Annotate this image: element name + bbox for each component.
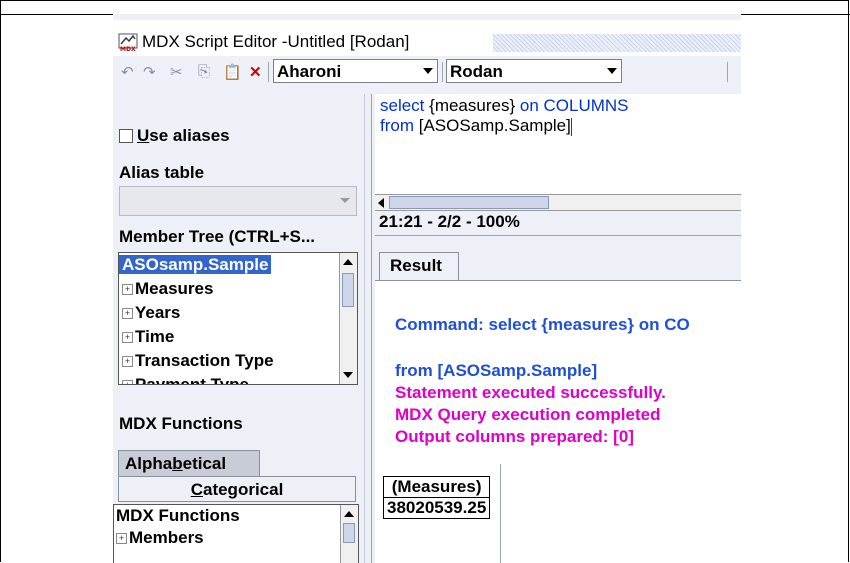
splitter-shadow — [364, 94, 365, 563]
tree-node-years[interactable]: + Years — [119, 301, 339, 325]
scroll-thumb[interactable] — [342, 273, 354, 307]
toolbar-separator — [268, 62, 269, 82]
toolbar-separator — [727, 62, 728, 82]
delete-icon[interactable]: ✕ — [249, 63, 262, 81]
mdx-editor-window: MDX MDX Script Editor -Untitled [Rodan] … — [113, 14, 741, 563]
table-header-row: (Measures) — [382, 476, 491, 498]
chevron-down-icon — [607, 68, 617, 74]
function-node-members[interactable]: + Members — [114, 527, 358, 549]
paste-icon[interactable]: 📋 — [223, 63, 242, 81]
table-row: 38020539.25 — [382, 497, 491, 519]
title-bar[interactable]: MDX MDX Script Editor -Untitled [Rodan] — [113, 20, 741, 58]
expand-icon[interactable]: + — [122, 308, 133, 320]
scroll-thumb[interactable] — [389, 196, 549, 209]
tab-alphabetical[interactable]: Alphabetical — [118, 450, 260, 476]
tree-node-payment-type[interactable]: +Payment Type — [119, 373, 339, 384]
alias-table-select[interactable] — [119, 186, 357, 216]
result-command: Command: select {measures} on CO — [395, 315, 690, 334]
mdx-app-icon: MDX — [118, 33, 138, 52]
alias-table-label: Alias table — [119, 163, 205, 182]
server-combo-value: Rodan — [450, 62, 503, 81]
expand-icon[interactable]: + — [116, 533, 127, 545]
expand-icon[interactable]: + — [122, 356, 133, 368]
result-from-line: from [ASOSamp.Sample] — [395, 361, 598, 380]
svg-text:MDX: MDX — [120, 46, 136, 52]
scroll-up-icon[interactable] — [344, 511, 354, 517]
font-combo-value: Aharoni — [277, 62, 342, 81]
member-tree[interactable]: ASOsamp.Sample + Measures + Years + Time + T… — [118, 252, 358, 385]
tree-node-transaction-type[interactable]: + Transaction Type — [119, 349, 339, 373]
result-table: (Measures) 38020539.25 — [382, 476, 491, 519]
scroll-up-icon[interactable] — [343, 259, 353, 265]
tree-node-time[interactable]: + Time — [119, 325, 339, 349]
server-combo[interactable]: Rodan — [446, 59, 622, 83]
font-combo[interactable]: Aharoni — [273, 59, 438, 83]
chevron-down-icon — [423, 68, 433, 74]
member-tree-root[interactable]: ASOsamp.Sample — [119, 253, 339, 277]
expand-icon[interactable]: + — [122, 380, 133, 384]
scroll-thumb[interactable] — [343, 523, 355, 543]
vertical-splitter[interactable] — [371, 94, 372, 563]
use-aliases-checkbox[interactable] — [119, 129, 133, 143]
title-box: MDX MDX Script Editor -Untitled [Rodan] — [113, 26, 487, 58]
member-tree-scrollbar[interactable] — [339, 253, 357, 384]
cut-icon[interactable]: ✂ — [170, 63, 183, 81]
toolbar-separator — [442, 62, 443, 82]
expand-icon[interactable]: + — [122, 332, 133, 344]
result-message-columns: Output columns prepared: [0] — [395, 427, 634, 446]
tab-result[interactable]: Result — [379, 252, 459, 280]
use-aliases-checkbox-row[interactable]: Use aliases — [119, 126, 230, 146]
left-panel: Use aliases Alias table Member Tree (CTR… — [113, 94, 363, 563]
script-editor[interactable]: select {measures} on COLUMNS from [ASOSa… — [375, 94, 741, 197]
result-panel: Command: select {measures} on CO from [A… — [375, 280, 741, 563]
cursor-status: 21:21 - 2/2 - 100% — [379, 212, 520, 231]
copy-icon[interactable]: ⎘ — [198, 63, 210, 80]
table-header-measures: (Measures) — [382, 476, 491, 498]
window-title: MDX Script Editor -Untitled [Rodan] — [142, 32, 410, 51]
undo-icon[interactable]: ↶ — [121, 63, 134, 81]
chevron-down-icon — [340, 198, 350, 203]
redo-icon[interactable]: ↷ — [143, 63, 156, 81]
function-tree-scrollbar[interactable] — [340, 505, 358, 563]
toolbar: ↶ ↷ ✂ ⎘ 📋 ✕ Aharoni Rodan — [113, 56, 741, 88]
scroll-left-icon[interactable] — [378, 198, 384, 208]
table-cell-value[interactable]: 38020539.25 — [382, 497, 491, 519]
editor-horizontal-scrollbar[interactable] — [375, 194, 741, 211]
mdx-function-tree[interactable]: MDX Functions + Members — [113, 504, 359, 563]
tree-node-measures[interactable]: + Measures — [119, 277, 339, 301]
result-grid-line — [500, 464, 501, 563]
tab-categorical[interactable]: Categorical — [118, 476, 356, 502]
script-code[interactable]: select {measures} on COLUMNS from [ASOSa… — [380, 96, 629, 136]
mdx-functions-label: MDX Functions — [119, 414, 243, 433]
member-tree-label: Member Tree (CTRL+S... — [119, 227, 316, 246]
scroll-down-icon[interactable] — [343, 372, 353, 378]
result-message-completed: MDX Query execution completed — [395, 405, 661, 424]
use-aliases-label: Use aliases — [137, 126, 230, 145]
expand-icon[interactable]: + — [122, 284, 133, 296]
text-caret — [570, 117, 572, 136]
function-tree-root[interactable]: MDX Functions — [114, 505, 358, 527]
title-bar-pattern — [493, 34, 741, 52]
result-message-executed: Statement executed successfully. — [395, 383, 666, 402]
